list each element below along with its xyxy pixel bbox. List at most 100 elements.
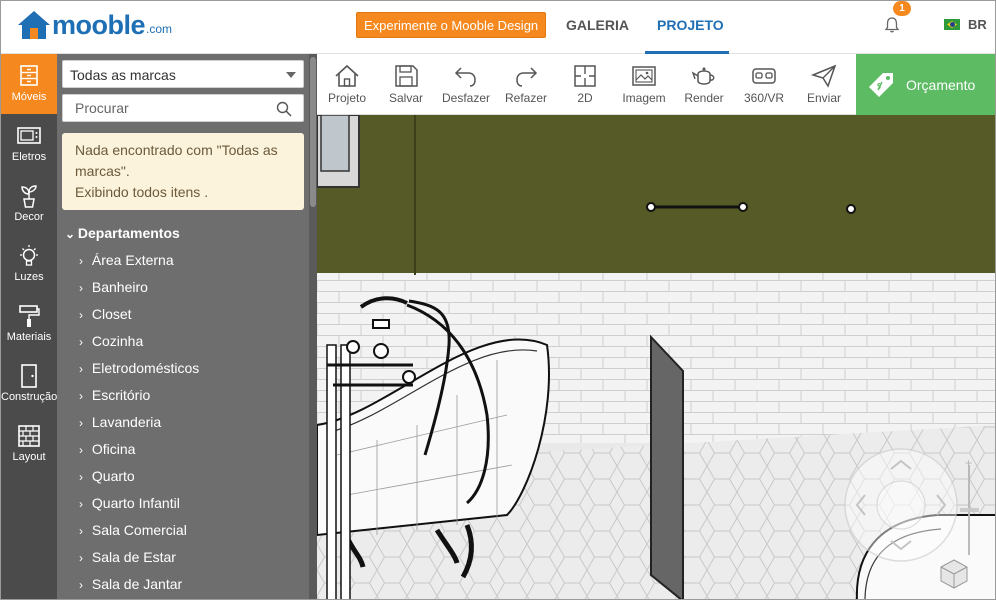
tool-2d[interactable]: 2D [567,54,603,115]
rail-item-luzes[interactable]: Luzes [1,234,57,294]
language-selector[interactable]: BR [968,17,987,32]
tool-label: 360/VR [743,91,785,105]
try-mooble-design-button[interactable]: Experimente o Mooble Design [356,12,547,38]
search-icon[interactable] [276,101,292,117]
department-label: Quarto Infantil [91,495,180,511]
department-item[interactable]: › Oficina [79,439,199,466]
zoom-slider-handle[interactable] [960,508,979,512]
department-label: Closet [91,306,132,322]
department-item[interactable]: › Sala de Estar [79,547,199,574]
rail-item-label: Luzes [14,271,44,283]
lightbulb-icon [20,245,38,266]
chevron-right-icon: › [79,335,83,349]
editor-toolbar: Projeto Salvar Desfazer Refazer 2D Image… [317,54,856,115]
rail-item-moveis[interactable]: Móveis [1,54,57,114]
undo-icon [454,67,476,87]
nav-projeto[interactable]: PROJETO [657,17,724,33]
department-item[interactable]: › Quarto Infantil [79,493,199,520]
nav-galeria[interactable]: GALERIA [566,17,629,33]
rail-item-label: Materiais [6,331,52,343]
chevron-down-icon: ⌄ [65,227,76,241]
catalog-search[interactable] [62,94,304,122]
chevron-right-icon: › [79,362,83,376]
rail-item-decor[interactable]: Decor [1,174,57,234]
tool-label: Render [684,91,724,105]
tool-desfazer[interactable]: Desfazer [439,54,493,115]
department-label: Escritório [91,387,151,403]
departments-toggle[interactable]: ⌄ Departamentos [65,225,180,241]
budget-button[interactable]: Orçamento [856,54,995,115]
department-item[interactable]: › Área Externa [79,250,199,277]
tool-label: Refazer [504,91,548,105]
no-results-notice: Nada encontrado com "Todas as marcas". E… [62,133,304,210]
rail-item-label: Decor [14,211,44,223]
notice-text: Nada encontrado com "Todas as marcas". [75,142,278,179]
tool-label: Enviar [806,91,841,105]
department-item[interactable]: › Escritório [79,385,199,412]
chevron-right-icon: › [79,389,83,403]
rail-item-construcao[interactable]: Construção [1,354,57,414]
tool-projeto[interactable]: Projeto [323,54,371,115]
dresser-icon [20,65,38,86]
caret-down-icon [286,72,296,78]
tool-imagem[interactable]: Imagem [620,54,668,115]
department-item[interactable]: › Closet [79,304,199,331]
teapot-icon [691,67,715,85]
department-item[interactable]: › Lavanderia [79,412,199,439]
chevron-right-icon: › [79,416,83,430]
notice-subtext: Exibindo todos itens . [75,184,209,200]
tool-render[interactable]: Render [683,54,725,115]
plant-icon [21,185,37,208]
department-item[interactable]: › Sala Comercial [79,520,199,547]
catalog-scrollbar-thumb[interactable] [310,57,316,207]
brazil-flag-icon[interactable] [944,19,960,30]
tool-360-vr[interactable]: 360/VR [741,54,787,115]
department-label: Quarto [91,468,135,484]
department-label: Cozinha [91,333,144,349]
house-logo-icon [18,11,50,39]
department-item[interactable]: › Banheiro [79,277,199,304]
search-input[interactable] [75,100,270,116]
departments-title: Departamentos [77,225,180,241]
chevron-right-icon: › [79,470,83,484]
chevron-right-icon: › [79,308,83,322]
tool-enviar[interactable]: Enviar [802,54,846,115]
send-icon [811,64,837,88]
top-bar: mooble .com Experimente o Mooble Design … [1,1,995,54]
department-item[interactable]: › Quarto [79,466,199,493]
3d-viewport[interactable]: + [317,115,995,599]
department-label: Banheiro [91,279,148,295]
rail-item-materiais[interactable]: Materiais [1,294,57,354]
image-icon [632,66,656,86]
home-icon [335,64,359,87]
rail-item-eletros[interactable]: Eletros [1,114,57,174]
logo-text: mooble [52,10,146,40]
rail-item-layout[interactable]: Layout [1,414,57,474]
department-item[interactable]: › Eletrodomésticos [79,358,199,385]
department-label: Sala Comercial [91,522,187,538]
tool-label: Desfazer [441,91,491,105]
door-icon [21,364,37,388]
floorplan-icon [574,65,596,87]
chevron-right-icon: › [79,254,83,268]
departments-list: › Área Externa › Banheiro › Closet › Coz… [79,250,199,599]
brick-wall-icon [18,425,40,447]
department-label: Lavanderia [91,414,162,430]
bathroom-scene: + [317,115,995,599]
bell-icon[interactable] [883,16,901,34]
brand-select-value: Todas as marcas [70,67,176,83]
department-label: Oficina [91,441,136,457]
tool-salvar[interactable]: Salvar [383,54,429,115]
paint-roller-icon [19,305,40,327]
rail-item-label: Layout [12,451,46,463]
rail-item-label: Eletros [11,151,47,163]
mooble-logo[interactable]: mooble .com [17,10,172,40]
rail-item-label: Construção [1,391,58,403]
department-item[interactable]: › Sala de Jantar [79,574,199,599]
price-tag-icon [869,73,893,97]
tool-refazer[interactable]: Refazer [502,54,550,115]
app-window: mooble .com Experimente o Mooble Design … [0,0,996,600]
department-item[interactable]: › Cozinha [79,331,199,358]
brand-select[interactable]: Todas as marcas [62,60,304,88]
svg-text:+: + [965,456,972,470]
